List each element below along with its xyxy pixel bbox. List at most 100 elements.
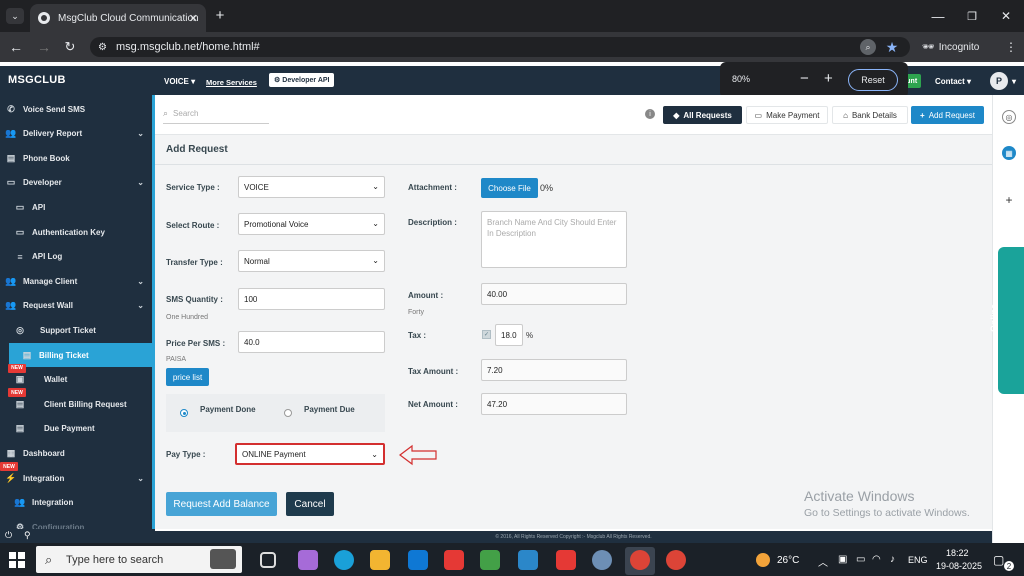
- browser-menu-icon[interactable]: ⋮: [1004, 39, 1018, 55]
- clock-date[interactable]: 19-08-2025: [936, 561, 982, 571]
- zoom-icon[interactable]: ⌕: [860, 39, 876, 55]
- close-tab-icon[interactable]: ✕: [189, 12, 198, 25]
- restore-icon[interactable]: ❐: [964, 8, 980, 24]
- support-headset-icon[interactable]: ◎: [1002, 110, 1016, 124]
- bank-details-button[interactable]: ⌂ Bank Details: [832, 106, 908, 124]
- avatar[interactable]: P: [990, 72, 1008, 90]
- phone-icon: ✆: [7, 103, 15, 114]
- sidebar-item-request-wall[interactable]: 👥 Request Wall ⌄: [0, 294, 152, 318]
- language-indicator[interactable]: ENG: [908, 555, 928, 565]
- developer-api-button[interactable]: ⚙ Developer API: [269, 73, 335, 87]
- bookmark-star-icon[interactable]: ★: [884, 38, 900, 56]
- search-placeholder: Search: [173, 109, 199, 118]
- outlook-icon[interactable]: [408, 550, 428, 570]
- sidebar-item-billing-ticket[interactable]: ▤ Billing Ticket: [9, 343, 152, 367]
- tab-search-icon[interactable]: ⌄: [6, 8, 24, 24]
- edge-icon[interactable]: [334, 550, 354, 570]
- brand-logo[interactable]: MSGCLUB: [8, 74, 66, 86]
- tax-input[interactable]: 18.0: [495, 324, 523, 346]
- select-route-select[interactable]: Promotional Voice ⌄: [238, 213, 385, 235]
- info-icon[interactable]: i: [645, 109, 655, 119]
- add-icon[interactable]: +: [1002, 193, 1016, 207]
- notifications-icon[interactable]: ▢: [993, 553, 1004, 567]
- zoom-in-icon[interactable]: +: [824, 70, 833, 87]
- zoom-out-icon[interactable]: −: [800, 70, 809, 87]
- tray-chevron-icon[interactable]: ︿: [818, 554, 828, 569]
- task-view-icon[interactable]: [260, 552, 276, 568]
- sidebar-item-manage-client[interactable]: 👥 Manage Client ⌄: [0, 269, 152, 293]
- anydesk-icon[interactable]: [556, 550, 576, 570]
- close-window-icon[interactable]: ✕: [998, 8, 1014, 24]
- sidebar-item-integration[interactable]: ⚡ Integration ⌄: [0, 466, 152, 490]
- file-explorer-icon[interactable]: [370, 550, 390, 570]
- price-per-sms-input[interactable]: 40.0: [238, 331, 385, 353]
- pin-icon[interactable]: ⚲: [24, 530, 31, 541]
- camera-tray-icon[interactable]: ▣: [838, 554, 847, 565]
- avatar-chevron-icon[interactable]: ▾: [1012, 77, 1016, 86]
- sidebar-item-delivery-report[interactable]: 👥 Delivery Report ⌄: [0, 122, 152, 146]
- clock-time[interactable]: 18:22: [946, 548, 969, 558]
- make-payment-button[interactable]: ▭ Make Payment: [746, 106, 828, 124]
- description-textarea[interactable]: Branch Name And City Should Enter In Des…: [481, 211, 627, 268]
- back-icon[interactable]: ←: [8, 39, 24, 55]
- tax-checkbox[interactable]: ✓: [482, 330, 491, 339]
- wps-icon[interactable]: [444, 550, 464, 570]
- reload-icon[interactable]: ↻: [62, 39, 78, 55]
- transfer-type-select[interactable]: Normal ⌄: [238, 250, 385, 272]
- sidebar-item-support-ticket[interactable]: ◎ Support Ticket: [0, 318, 152, 342]
- app-gear-icon[interactable]: [592, 550, 612, 570]
- sidebar-item-authentication-key[interactable]: ▭ Authentication Key: [0, 220, 152, 244]
- app-bird-icon[interactable]: [518, 550, 538, 570]
- sidebar-item-api-log[interactable]: ≡ API Log: [0, 245, 152, 269]
- price-list-button[interactable]: price list: [166, 368, 209, 386]
- more-services-link[interactable]: More Services: [206, 78, 257, 87]
- sms-quantity-input[interactable]: 100: [238, 288, 385, 310]
- weather-temp[interactable]: 26°C: [777, 555, 799, 566]
- online-chat-tab[interactable]: Online: [989, 247, 1024, 394]
- sidebar-item-integration[interactable]: 👥 Integration: [0, 491, 152, 515]
- request-add-balance-button[interactable]: Request Add Balance: [166, 492, 277, 516]
- contact-dropdown[interactable]: Contact ▾: [935, 77, 971, 86]
- weather-icon[interactable]: [756, 553, 770, 567]
- sidebar-item-phone-book[interactable]: ▤ Phone Book: [0, 146, 152, 170]
- taskbar-search-input[interactable]: ⌕ Type here to search: [36, 546, 242, 573]
- sidebar-item-voice-send-sms[interactable]: ✆ Voice Send SMS: [0, 97, 152, 121]
- new-tab-icon[interactable]: +: [212, 7, 228, 24]
- choose-file-button[interactable]: Choose File: [481, 178, 538, 198]
- url-input[interactable]: ⚙ msg.msgclub.net/home.html#: [90, 37, 910, 57]
- volume-icon[interactable]: ♪: [890, 554, 895, 565]
- site-info-icon[interactable]: ⚙: [98, 42, 107, 53]
- payment-done-radio[interactable]: [180, 409, 188, 417]
- copilot-icon[interactable]: [298, 550, 318, 570]
- zoom-reset-button[interactable]: Reset: [848, 69, 898, 91]
- service-type-value: VOICE: [244, 182, 269, 192]
- minimize-icon[interactable]: —: [930, 8, 946, 24]
- tax-amount-input[interactable]: 7.20: [481, 359, 627, 381]
- sidebar-item-developer[interactable]: ▭ Developer ⌄: [0, 171, 152, 195]
- forward-icon[interactable]: →: [36, 39, 52, 55]
- browser-tab[interactable]: MsgClub Cloud Communication ✕: [30, 4, 206, 32]
- power-icon[interactable]: ⏻: [5, 530, 12, 541]
- sidebar-item-dashboard[interactable]: ▦ Dashboard: [0, 441, 152, 465]
- service-type-select[interactable]: VOICE ⌄: [238, 176, 385, 198]
- windows-start-icon[interactable]: [9, 552, 25, 568]
- sheets-icon[interactable]: [480, 550, 500, 570]
- chrome-icon[interactable]: [630, 550, 650, 570]
- app-icon[interactable]: ▦: [1002, 146, 1016, 160]
- make-payment-label: Make Payment: [766, 110, 820, 120]
- network-icon[interactable]: ▭: [856, 554, 865, 565]
- chrome-profile-icon[interactable]: [666, 550, 686, 570]
- sidebar-item-due-payment[interactable]: ▤ Due Payment: [0, 417, 152, 441]
- all-requests-button[interactable]: ◆ All Requests: [663, 106, 742, 124]
- amount-input[interactable]: 40.00: [481, 283, 627, 305]
- payment-due-radio[interactable]: [284, 409, 292, 417]
- search-input[interactable]: ⌕ Search: [163, 104, 269, 124]
- sidebar-item-api[interactable]: ▭ API: [0, 195, 152, 219]
- voice-dropdown[interactable]: VOICE ▾: [164, 77, 195, 86]
- wifi-icon[interactable]: ◠: [872, 554, 881, 565]
- net-amount-input[interactable]: 47.20: [481, 393, 627, 415]
- add-request-button[interactable]: + Add Request: [911, 106, 984, 124]
- pay-type-select[interactable]: ONLINE Payment ⌄: [235, 443, 385, 465]
- cancel-button[interactable]: Cancel: [286, 492, 334, 516]
- incognito-indicator[interactable]: 🕶 Incognito: [922, 39, 979, 55]
